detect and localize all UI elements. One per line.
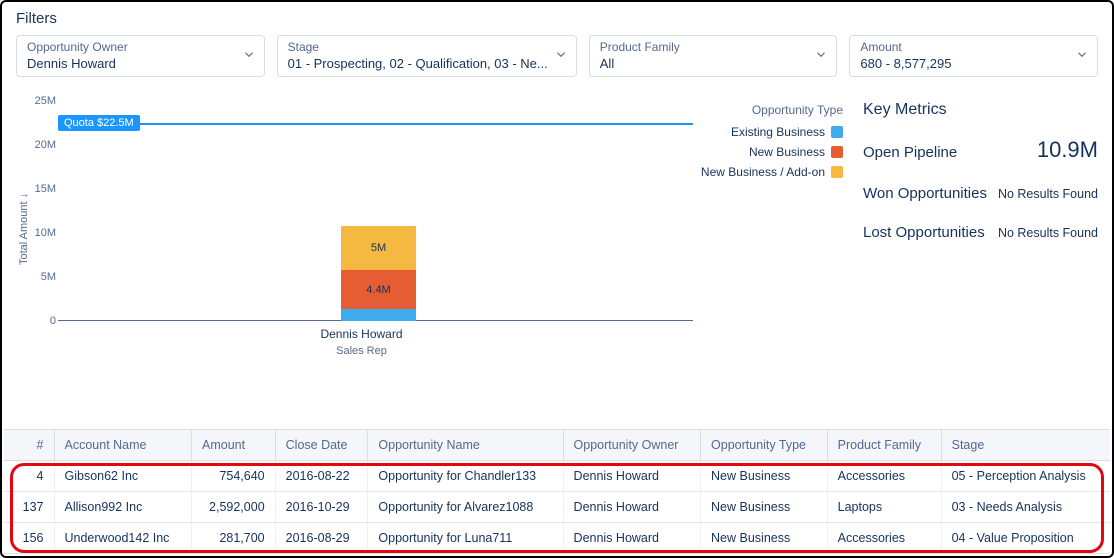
table-cell: New Business bbox=[701, 461, 828, 492]
metric-label: Lost Opportunities bbox=[863, 224, 985, 241]
table-cell: Dennis Howard bbox=[563, 461, 700, 492]
metric-label: Won Opportunities bbox=[863, 185, 987, 202]
legend-item[interactable]: Existing Business bbox=[693, 125, 843, 139]
filter-label: Amount bbox=[860, 40, 1069, 56]
metric-row: Open Pipeline 10.9M bbox=[863, 137, 1098, 163]
column-header[interactable]: Stage bbox=[941, 430, 1110, 461]
table-cell: 754,640 bbox=[192, 461, 276, 492]
filters-heading: Filters bbox=[16, 10, 1098, 27]
table-cell: 156 bbox=[4, 523, 54, 554]
metric-value: No Results Found bbox=[998, 226, 1098, 240]
table-cell: Accessories bbox=[827, 523, 941, 554]
table-cell: 04 - Value Proposition bbox=[941, 523, 1110, 554]
table-cell: New Business bbox=[701, 492, 828, 523]
legend-label: New Business bbox=[749, 145, 825, 159]
table-cell: 03 - Needs Analysis bbox=[941, 492, 1110, 523]
y-tick: 15M bbox=[30, 183, 56, 195]
y-tick: 20M bbox=[30, 139, 56, 151]
y-tick: 5M bbox=[30, 271, 56, 283]
table-cell: Dennis Howard bbox=[563, 492, 700, 523]
filter-label: Stage bbox=[288, 40, 548, 56]
table-cell: Laptops bbox=[827, 492, 941, 523]
bar-segment[interactable]: 5M bbox=[341, 226, 416, 270]
filter-label: Product Family bbox=[600, 40, 809, 56]
table-cell: Allison992 Inc bbox=[54, 492, 192, 523]
chevron-down-icon bbox=[554, 48, 568, 65]
metrics-heading: Key Metrics bbox=[863, 101, 1098, 119]
column-header[interactable]: Amount bbox=[192, 430, 276, 461]
filter-stage[interactable]: Stage01 - Prospecting, 02 - Qualificatio… bbox=[277, 35, 577, 77]
legend-item[interactable]: New Business / Add-on bbox=[693, 165, 843, 179]
column-header[interactable]: Close Date bbox=[275, 430, 368, 461]
filter-product-family[interactable]: Product FamilyAll bbox=[589, 35, 838, 77]
column-header[interactable]: Opportunity Owner bbox=[563, 430, 700, 461]
bar-segment-label: 4.4M bbox=[341, 284, 416, 296]
legend-swatch bbox=[831, 126, 843, 138]
bar-stack[interactable]: 5M 4.4M bbox=[341, 226, 416, 321]
filter-value: 680 - 8,577,295 bbox=[860, 56, 1069, 73]
filter-value: All bbox=[600, 56, 809, 73]
table-cell: 05 - Perception Analysis bbox=[941, 461, 1110, 492]
table-cell: Dennis Howard bbox=[563, 523, 700, 554]
table-cell: 137 bbox=[4, 492, 54, 523]
chevron-down-icon bbox=[242, 48, 256, 65]
legend-item[interactable]: New Business bbox=[693, 145, 843, 159]
y-axis-label: Total Amount ↓ bbox=[16, 101, 30, 357]
metric-value: No Results Found bbox=[998, 187, 1098, 201]
y-tick: 25M bbox=[30, 95, 56, 107]
chevron-down-icon bbox=[1075, 48, 1089, 65]
column-header[interactable]: Opportunity Type bbox=[701, 430, 828, 461]
legend-swatch bbox=[831, 166, 843, 178]
table-cell: Opportunity for Alvarez1088 bbox=[368, 492, 563, 523]
column-header[interactable]: # bbox=[4, 430, 54, 461]
x-axis-title: Sales Rep bbox=[30, 345, 693, 357]
column-header[interactable]: Opportunity Name bbox=[368, 430, 563, 461]
metric-row: Lost Opportunities No Results Found bbox=[863, 224, 1098, 241]
table-cell: New Business bbox=[701, 523, 828, 554]
table-row[interactable]: 137Allison992 Inc2,592,0002016-10-29Oppo… bbox=[4, 492, 1110, 523]
table-cell: Accessories bbox=[827, 461, 941, 492]
y-tick: 10M bbox=[30, 227, 56, 239]
filter-value: Dennis Howard bbox=[27, 56, 236, 73]
quota-line bbox=[58, 123, 693, 125]
bar-segment[interactable] bbox=[341, 309, 416, 321]
table-row[interactable]: 156Underwood142 Inc281,7002016-08-29Oppo… bbox=[4, 523, 1110, 554]
table-cell: 281,700 bbox=[192, 523, 276, 554]
filter-value: 01 - Prospecting, 02 - Qualification, 03… bbox=[288, 56, 548, 73]
table-cell: 2016-10-29 bbox=[275, 492, 368, 523]
chevron-down-icon bbox=[814, 48, 828, 65]
table-cell: 2016-08-29 bbox=[275, 523, 368, 554]
x-category-label: Dennis Howard bbox=[30, 327, 693, 341]
column-header[interactable]: Account Name bbox=[54, 430, 192, 461]
table-cell: Gibson62 Inc bbox=[54, 461, 192, 492]
metric-row: Won Opportunities No Results Found bbox=[863, 185, 1098, 202]
opportunity-table[interactable]: #Account NameAmountClose DateOpportunity… bbox=[4, 430, 1110, 554]
table-cell: Opportunity for Chandler133 bbox=[368, 461, 563, 492]
table-cell: Opportunity for Luna711 bbox=[368, 523, 563, 554]
bar-segment[interactable]: 4.4M bbox=[341, 270, 416, 309]
metric-value: 10.9M bbox=[1037, 137, 1098, 163]
metric-label: Open Pipeline bbox=[863, 144, 957, 161]
column-header[interactable]: Product Family bbox=[827, 430, 941, 461]
filter-amount[interactable]: Amount680 - 8,577,295 bbox=[849, 35, 1098, 77]
table-cell: 4 bbox=[4, 461, 54, 492]
legend-label: New Business / Add-on bbox=[701, 165, 825, 179]
table-row[interactable]: 4Gibson62 Inc754,6402016-08-22Opportunit… bbox=[4, 461, 1110, 492]
table-cell: 2016-08-22 bbox=[275, 461, 368, 492]
legend-label: Existing Business bbox=[731, 125, 825, 139]
legend-title: Opportunity Type bbox=[693, 103, 843, 117]
filter-opportunity-owner[interactable]: Opportunity OwnerDennis Howard bbox=[16, 35, 265, 77]
quota-label: Quota $22.5M bbox=[58, 115, 140, 131]
bar-segment-label: 5M bbox=[341, 242, 416, 254]
legend-swatch bbox=[831, 146, 843, 158]
table-cell: Underwood142 Inc bbox=[54, 523, 192, 554]
table-cell: 2,592,000 bbox=[192, 492, 276, 523]
y-tick: 0 bbox=[30, 315, 56, 327]
filter-label: Opportunity Owner bbox=[27, 40, 236, 56]
